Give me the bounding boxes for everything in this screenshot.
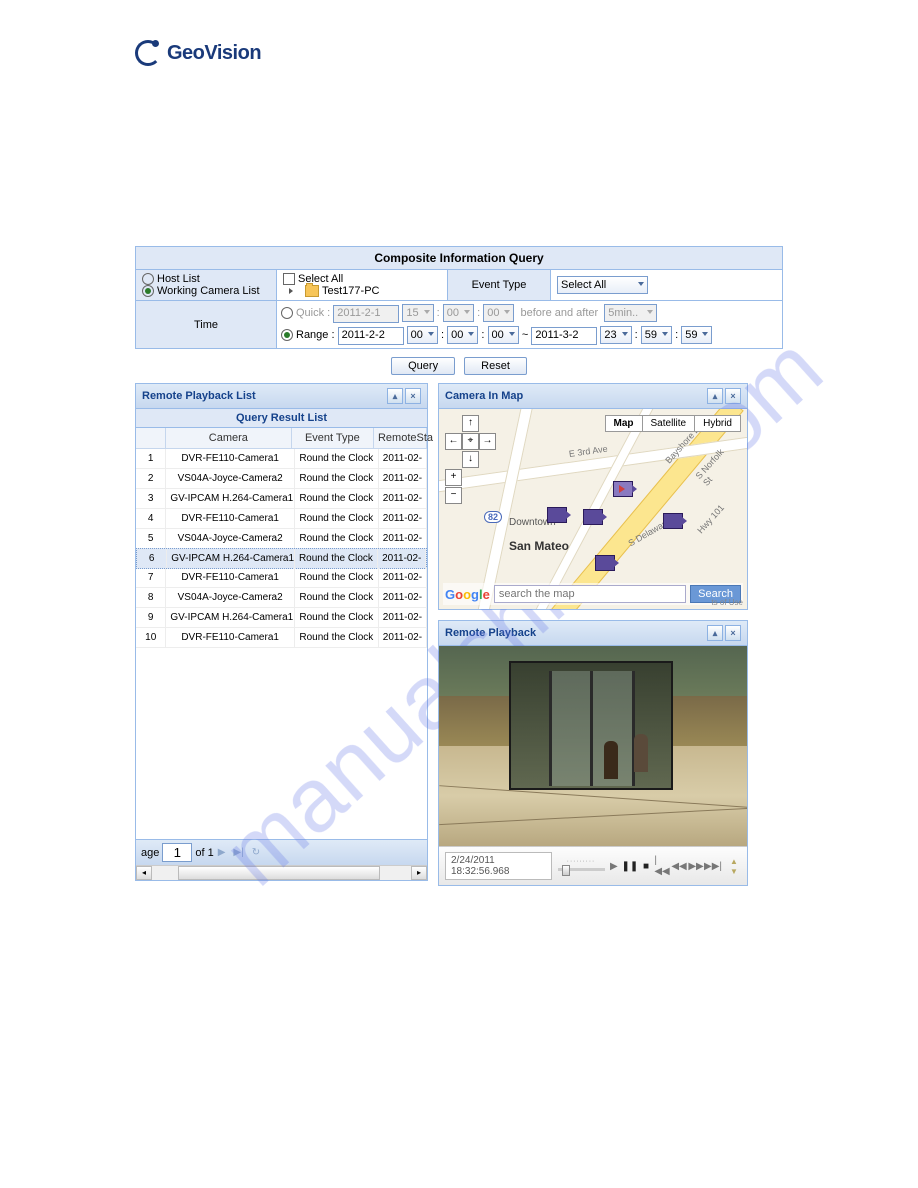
quick-date-input: 2011-2-1 bbox=[333, 305, 399, 323]
pan-right-icon[interactable]: → bbox=[479, 433, 496, 450]
range-end-date-input[interactable]: 2011-3-2 bbox=[531, 327, 597, 345]
quick-hour-select: 15 bbox=[402, 304, 433, 322]
range-start-hour[interactable]: 00 bbox=[407, 326, 438, 344]
last-page-icon[interactable]: ▶| bbox=[233, 847, 243, 858]
horizontal-scrollbar[interactable]: ◂▸ bbox=[136, 865, 427, 880]
brand-logo: GeoVision bbox=[135, 40, 783, 66]
route-shield: 82 bbox=[484, 511, 502, 523]
range-start-min[interactable]: 00 bbox=[447, 326, 478, 344]
remote-playback-panel: Remote Playback ▴ × 2/2 bbox=[438, 620, 748, 886]
close-icon[interactable]: × bbox=[725, 625, 741, 641]
table-row[interactable]: 10DVR-FE110-Camera1Round the Clock2011-0… bbox=[136, 628, 427, 648]
map-type-satellite[interactable]: Satellite bbox=[642, 415, 696, 432]
logo-text: GeoVision bbox=[167, 42, 261, 65]
query-button[interactable]: Query bbox=[391, 357, 455, 375]
table-row[interactable]: 3GV-IPCAM H.264-Camera1Round the Clock20… bbox=[136, 489, 427, 509]
playback-timestamp: 2/24/2011 18:32:56.968 bbox=[445, 852, 552, 880]
working-camera-list-radio[interactable]: Working Camera List bbox=[142, 285, 270, 297]
quick-radio[interactable] bbox=[281, 307, 296, 319]
query-panel: Composite Information Query Host List Wo… bbox=[135, 246, 783, 349]
pan-home-icon[interactable]: ⌖ bbox=[462, 433, 479, 450]
table-row[interactable]: 4DVR-FE110-Camera1Round the Clock2011-02… bbox=[136, 509, 427, 529]
step-up-icon[interactable]: ▲ bbox=[727, 856, 741, 866]
speed-slider[interactable]: ''''''''' bbox=[558, 861, 605, 871]
table-row[interactable]: 5VS04A-Joyce-Camera2Round the Clock2011-… bbox=[136, 529, 427, 549]
range-radio[interactable] bbox=[281, 329, 296, 341]
pan-left-icon[interactable]: ← bbox=[445, 433, 462, 450]
host-tree-item[interactable]: Test177-PC bbox=[283, 285, 441, 297]
map-terms[interactable]: ts of Use bbox=[711, 598, 743, 607]
camera-marker[interactable] bbox=[663, 513, 683, 529]
table-row[interactable]: 7DVR-FE110-Camera1Round the Clock2011-02… bbox=[136, 568, 427, 588]
google-logo: Google bbox=[445, 587, 490, 602]
close-icon[interactable]: × bbox=[725, 388, 741, 404]
before-after-select: 5min.. bbox=[604, 304, 657, 322]
pan-up-icon[interactable]: ↑ bbox=[462, 415, 479, 432]
camera-marker[interactable] bbox=[595, 555, 615, 571]
host-list-radio[interactable]: Host List bbox=[142, 273, 270, 285]
table-row[interactable]: 2VS04A-Joyce-Camera2Round the Clock2011-… bbox=[136, 469, 427, 489]
collapse-icon[interactable]: ▴ bbox=[387, 388, 403, 404]
zoom-in-icon[interactable]: + bbox=[445, 469, 462, 486]
range-start-sec[interactable]: 00 bbox=[488, 326, 519, 344]
next-page-icon[interactable]: ▶ bbox=[218, 847, 226, 858]
range-end-sec[interactable]: 59 bbox=[681, 326, 712, 344]
collapse-icon[interactable]: ▴ bbox=[707, 625, 723, 641]
quick-min-select: 00 bbox=[443, 304, 474, 322]
quick-sec-select: 00 bbox=[483, 304, 514, 322]
select-all-label: Select All bbox=[298, 273, 343, 285]
refresh-icon[interactable]: ↻ bbox=[252, 847, 260, 858]
event-type-label: Event Type bbox=[448, 270, 551, 300]
time-label: Time bbox=[136, 301, 277, 348]
pause-icon[interactable]: ❚❚ bbox=[623, 859, 637, 873]
panel-title: Camera In Map bbox=[445, 390, 523, 402]
table-row[interactable]: 1DVR-FE110-Camera1Round the Clock2011-02… bbox=[136, 449, 427, 469]
pager: age of 1 ▶ ▶| ↻ bbox=[136, 839, 427, 865]
map-search-input[interactable] bbox=[494, 585, 686, 603]
stop-icon[interactable]: ■ bbox=[640, 859, 652, 873]
camera-marker[interactable] bbox=[547, 507, 567, 523]
range-end-hour[interactable]: 23 bbox=[600, 326, 631, 344]
select-all-checkbox[interactable] bbox=[283, 273, 295, 285]
logo-mark-icon bbox=[135, 40, 161, 66]
skip-start-icon[interactable]: |◀◀ bbox=[655, 859, 669, 873]
playback-controls: 2/24/2011 18:32:56.968 ''''''''' ▶ ❚❚ ■ … bbox=[439, 846, 747, 885]
panel-title: Remote Playback bbox=[445, 627, 536, 639]
reset-button[interactable]: Reset bbox=[464, 357, 527, 375]
range-end-min[interactable]: 59 bbox=[641, 326, 672, 344]
collapse-icon[interactable]: ▴ bbox=[707, 388, 723, 404]
remote-playback-list-panel: Remote Playback List ▴ × Query Result Li… bbox=[135, 383, 428, 881]
folder-icon bbox=[305, 285, 319, 297]
table-row[interactable]: 9GV-IPCAM H.264-Camera1Round the Clock20… bbox=[136, 608, 427, 628]
play-icon[interactable]: ▶ bbox=[608, 859, 620, 873]
query-result-title: Query Result List bbox=[136, 409, 427, 428]
range-start-date-input[interactable]: 2011-2-2 bbox=[338, 327, 404, 345]
tree-expand-icon[interactable] bbox=[289, 288, 293, 294]
zoom-out-icon[interactable]: − bbox=[445, 487, 462, 504]
table-row[interactable]: 8VS04A-Joyce-Camera2Round the Clock2011-… bbox=[136, 588, 427, 608]
step-down-icon[interactable]: ▼ bbox=[727, 866, 741, 876]
forward-icon[interactable]: ▶▶ bbox=[689, 859, 703, 873]
grid-header: Camera Event Type RemoteSta bbox=[136, 428, 427, 449]
skip-end-icon[interactable]: ▶▶| bbox=[706, 859, 720, 873]
table-row[interactable]: 6GV-IPCAM H.264-Camera1Round the Clock20… bbox=[136, 548, 427, 569]
camera-marker-playing[interactable] bbox=[613, 481, 633, 497]
camera-in-map-panel: Camera In Map ▴ × E 3rd Ave Bayshore Fwy… bbox=[438, 383, 748, 610]
map-type-hybrid[interactable]: Hybrid bbox=[694, 415, 741, 432]
map-type-map[interactable]: Map bbox=[605, 415, 643, 432]
page-number-input[interactable] bbox=[162, 843, 192, 862]
video-viewport[interactable] bbox=[439, 646, 747, 846]
query-panel-title: Composite Information Query bbox=[136, 247, 782, 270]
panel-title: Remote Playback List bbox=[142, 390, 256, 402]
rewind-icon[interactable]: ◀◀ bbox=[672, 859, 686, 873]
camera-marker[interactable] bbox=[583, 509, 603, 525]
event-type-select[interactable]: Select All bbox=[557, 276, 648, 294]
close-icon[interactable]: × bbox=[405, 388, 421, 404]
pan-down-icon[interactable]: ↓ bbox=[462, 451, 479, 468]
